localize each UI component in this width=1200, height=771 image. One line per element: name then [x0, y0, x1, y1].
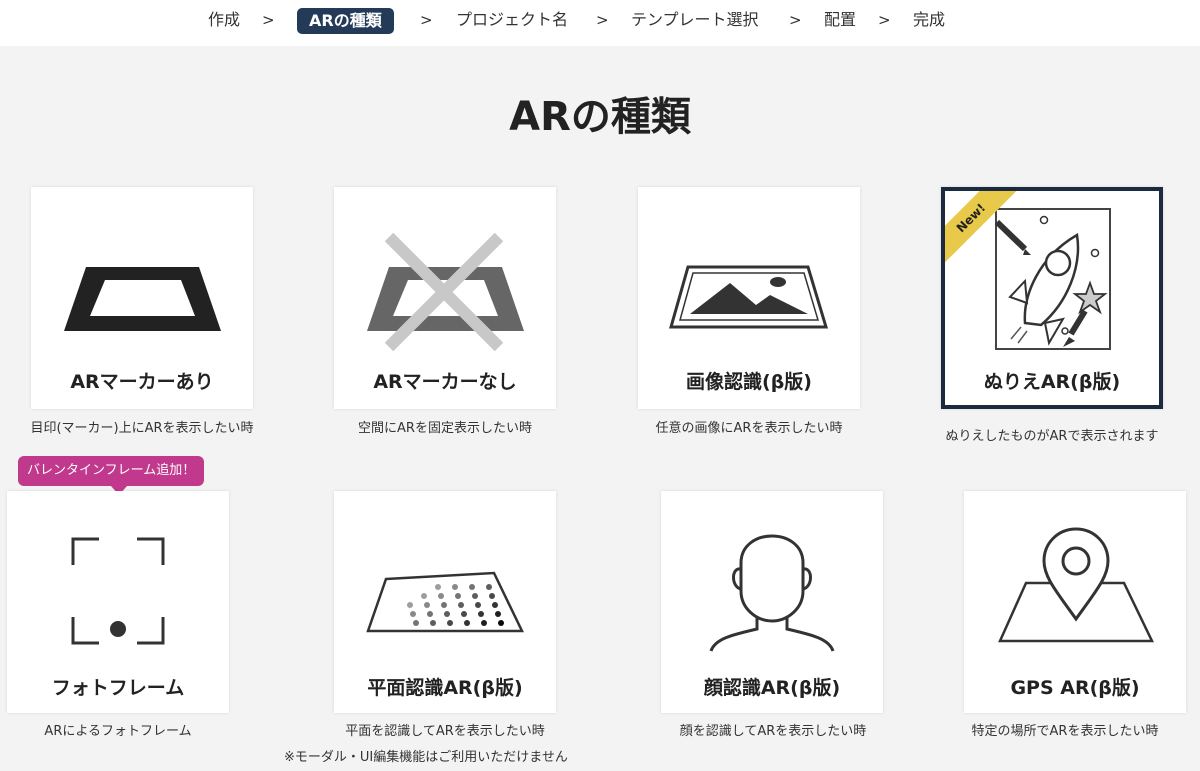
grid-dot: [495, 611, 501, 617]
card-coloring-ar[interactable]: New! ぬりえAR(β版): [941, 187, 1163, 409]
card-gps-ar[interactable]: GPS AR(β版): [964, 491, 1186, 713]
crumb-separator: >: [262, 11, 275, 29]
card-label: 画像認識(β版): [686, 371, 812, 393]
card-description: ARによるフォトフレーム: [44, 724, 192, 739]
crumb-placement[interactable]: 配置: [824, 9, 856, 31]
card-description: 顔を認識してARを表示したい時: [679, 724, 867, 739]
grid-dot: [481, 620, 487, 626]
card-label: 顔認識AR(β版): [703, 677, 841, 699]
card-label: フォトフレーム: [51, 677, 185, 699]
card-label: ARマーカーあり: [70, 371, 214, 393]
breadcrumb: 作成 > ARの種類 > プロジェクト名 > テンプレート選択 > 配置 > 完…: [0, 0, 1200, 46]
card-photo-frame[interactable]: フォトフレーム: [7, 491, 229, 713]
grid-dot: [492, 602, 498, 608]
card-description: 特定の場所でARを表示したい時: [971, 724, 1159, 739]
grid-dot: [430, 620, 436, 626]
crumb-ar-type[interactable]: ARの種類: [297, 8, 394, 34]
crumb-separator: >: [789, 11, 802, 29]
crumb-complete[interactable]: 完成: [913, 9, 945, 31]
grid-dot: [424, 602, 430, 608]
grid-dot: [475, 602, 481, 608]
crumb-separator: >: [596, 11, 609, 29]
grid-dot: [413, 620, 419, 626]
card-label: ぬりえAR(β版): [983, 371, 1121, 393]
page-title: ARの種類: [509, 94, 691, 140]
grid-dot: [407, 602, 413, 608]
grid-dot: [498, 620, 504, 626]
grid-dot: [444, 611, 450, 617]
card-ar-marker[interactable]: ARマーカーあり: [31, 187, 253, 409]
card-image-recognition[interactable]: 画像認識(β版): [638, 187, 860, 409]
grid-dot: [472, 593, 478, 599]
card-description: ぬりえしたものがARで表示されます: [945, 429, 1159, 444]
card-ar-no-marker[interactable]: ARマーカーなし: [334, 187, 556, 409]
grid-dot: [469, 584, 475, 590]
card-description: 平面を認識してARを表示したい時: [345, 724, 545, 739]
grid-dot: [489, 593, 495, 599]
crumb-template[interactable]: テンプレート選択: [631, 9, 759, 31]
grid-dot: [478, 611, 484, 617]
card-plane-recognition[interactable]: 平面認識AR(β版): [334, 491, 556, 713]
card-note: ※モーダル・UI編集機能はご利用いただけません: [284, 750, 568, 765]
grid-dot: [421, 593, 427, 599]
grid-dot: [438, 593, 444, 599]
grid-dot: [410, 611, 416, 617]
card-description: 任意の画像にARを表示したい時: [655, 421, 843, 436]
crumb-separator: >: [878, 11, 891, 29]
grid-dot: [427, 611, 433, 617]
grid-dot: [461, 611, 467, 617]
grid-dot: [447, 620, 453, 626]
grid-dot: [435, 584, 441, 590]
crumb-create[interactable]: 作成: [208, 9, 240, 31]
card-label: ARマーカーなし: [373, 371, 517, 393]
card-description: 目印(マーカー)上にARを表示したい時: [30, 421, 254, 436]
grid-dot: [441, 602, 447, 608]
grid-dot: [458, 602, 464, 608]
crumb-separator: >: [420, 11, 433, 29]
card-description: 空間にARを固定表示したい時: [358, 421, 532, 436]
grid-dot: [486, 584, 492, 590]
grid-dot: [464, 620, 470, 626]
card-label: GPS AR(β版): [1010, 677, 1140, 699]
crumb-project-name[interactable]: プロジェクト名: [456, 9, 568, 31]
card-label: 平面認識AR(β版): [367, 677, 523, 699]
grid-dot: [455, 593, 461, 599]
promo-tooltip: バレンタインフレーム追加！: [18, 456, 205, 486]
card-face-recognition[interactable]: 顔認識AR(β版): [661, 491, 883, 713]
grid-dot: [452, 584, 458, 590]
